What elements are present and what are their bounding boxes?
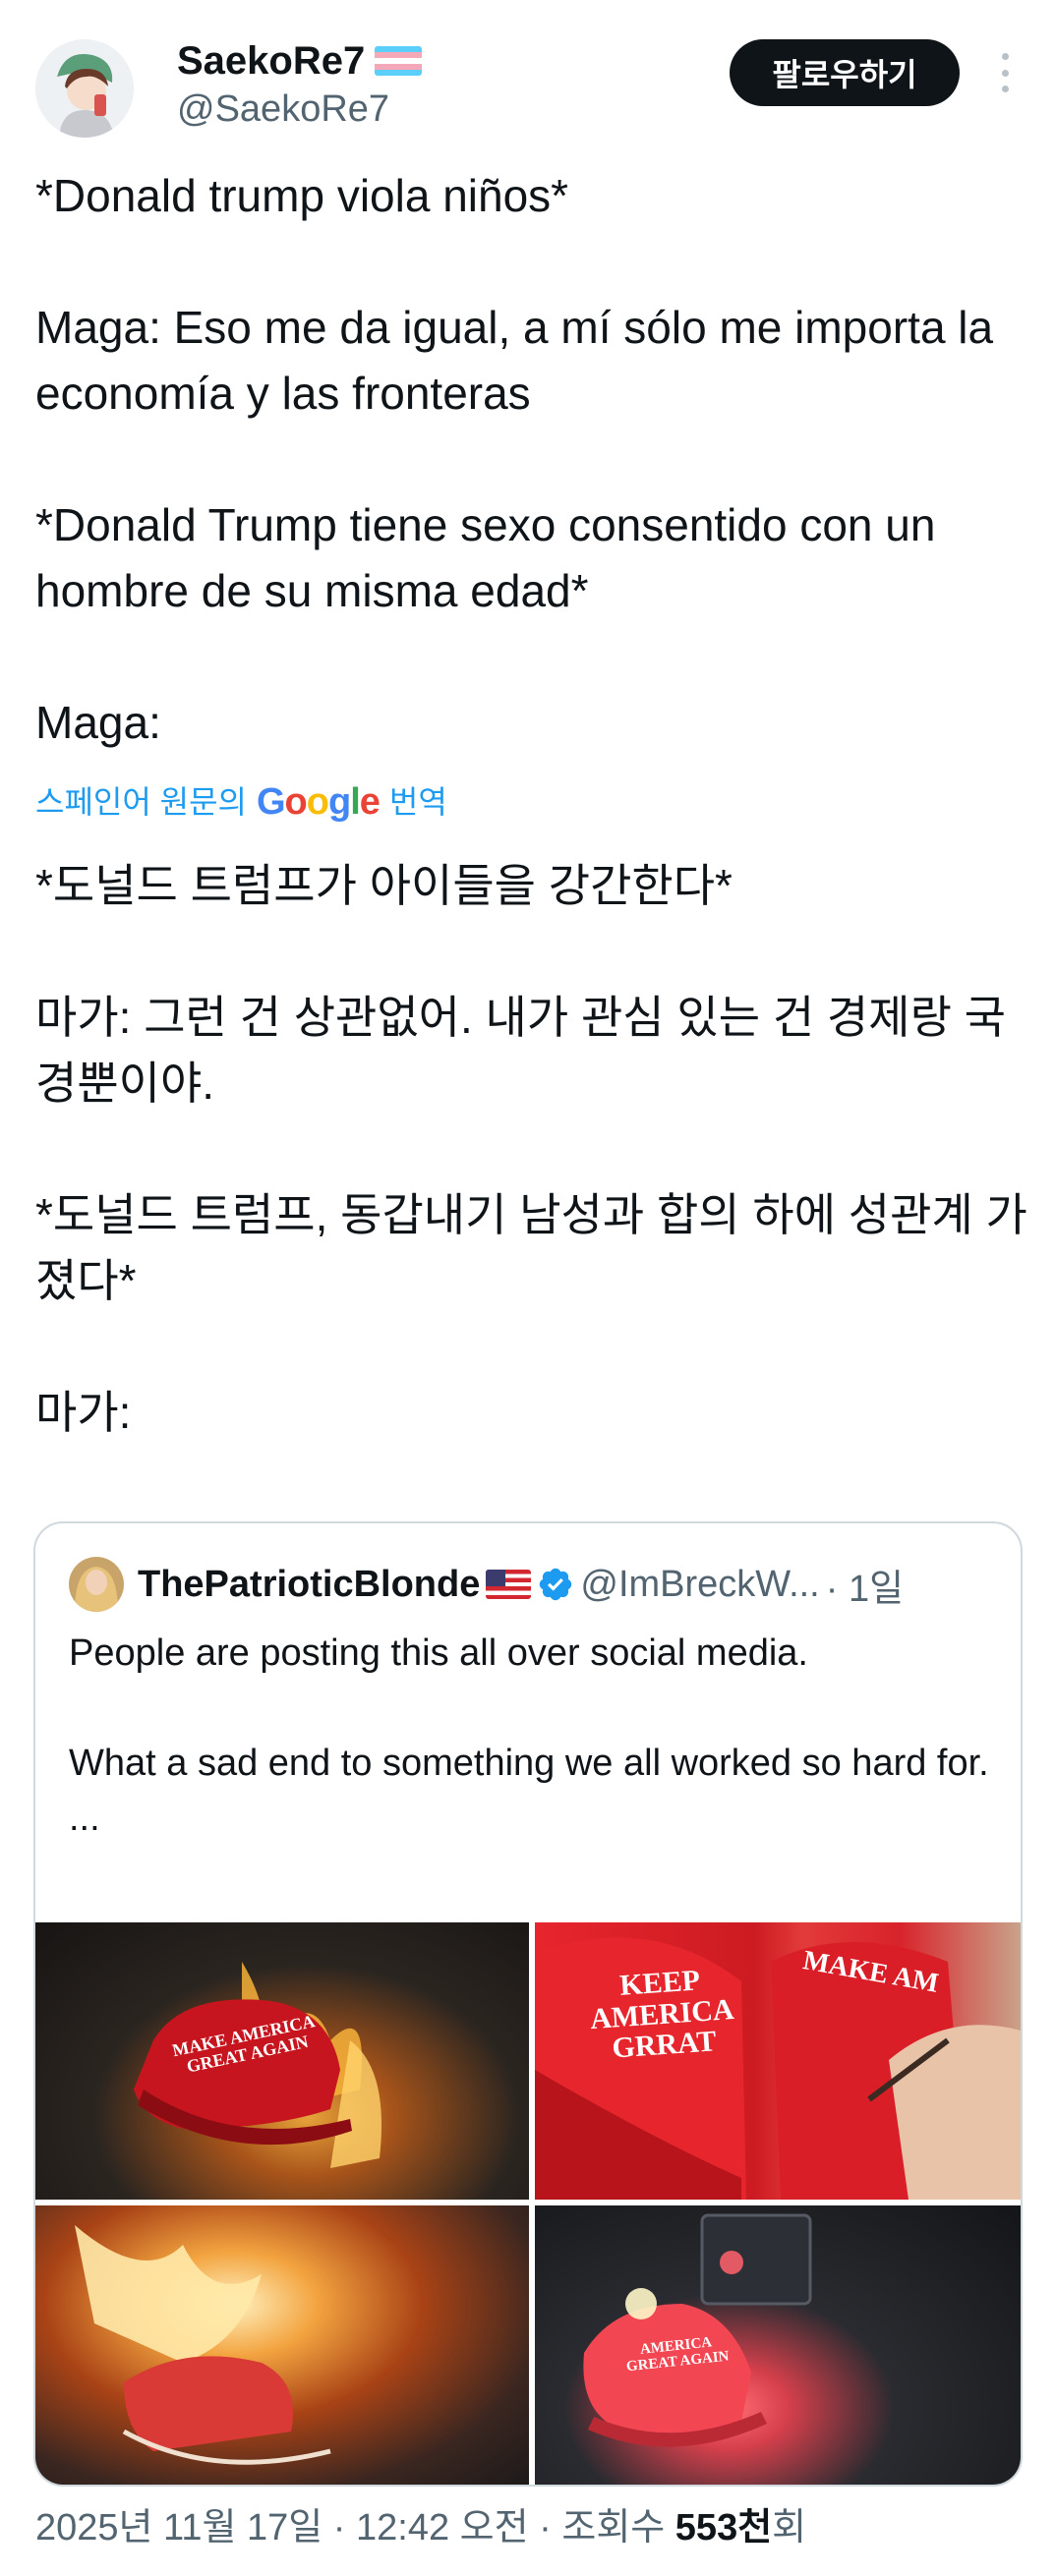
quote-header: ThePatrioticBlonde @ImBreckW... · 1일 [138, 1557, 904, 1612]
view-count: 553천 [674, 2507, 773, 2548]
burning-hat-photo[interactable]: MAKE AMERICA GREAT AGAIN [35, 1922, 529, 2200]
quote-timestamp[interactable]: · 1일 [826, 1558, 904, 1612]
author-name-text: SaekoRe7 [177, 39, 366, 83]
follow-button[interactable]: 팔로우하기 [730, 39, 960, 106]
google-logo: Google [256, 781, 381, 823]
verified-badge-icon [540, 1568, 572, 1601]
hat-slogan-left: KEEP AMERICA GRRAT [589, 1964, 735, 2065]
translated-text: *도널드 트럼프가 아이들을 강간한다* 마가: 그런 건 상관없어. 내가 관… [35, 860, 1027, 1438]
red-hats-photo[interactable]: KEEP AMERICA GRRAT MAKE AM [535, 1922, 1021, 2200]
author-handle[interactable]: @SaekoRe7 [177, 86, 389, 132]
translation-suffix: 번역 [388, 784, 447, 820]
quote-media-grid: MAKE AMERICA GREAT AGAIN KEEP AMERICA GR… [35, 1922, 1021, 2485]
quote-author-name[interactable]: ThePatrioticBlonde [138, 1564, 480, 1606]
tweet-metadata: 2025년 11월 17일 · 12:42 오전 · 조회수 553천회 [35, 2500, 806, 2555]
quote-tweet-card[interactable]: ThePatrioticBlonde @ImBreckW... · 1일 Peo… [33, 1521, 1023, 2487]
burning-hat-photo-2[interactable] [35, 2205, 529, 2485]
translation-attribution[interactable]: 스페인어 원문의 Google 번역 [35, 778, 447, 826]
us-flag-icon [486, 1570, 532, 1599]
translation-prefix: 스페인어 원문의 [35, 784, 247, 820]
author-avatar[interactable] [35, 39, 134, 138]
transgender-flag-icon [375, 46, 423, 76]
more-options-icon[interactable] [987, 47, 1023, 98]
quote-author-handle[interactable]: @ImBreckW... [580, 1564, 819, 1606]
author-name[interactable]: SaekoRe7 [177, 37, 423, 85]
tweet-text: *Donald trump viola niños* Maga: Eso me … [35, 170, 994, 748]
hat-at-night-photo[interactable]: AMERICA GREAT AGAIN [535, 2205, 1021, 2485]
view-count-suffix: 회 [772, 2507, 807, 2548]
quote-author-avatar[interactable] [69, 1557, 124, 1612]
quote-text: People are posting this all over social … [69, 1632, 989, 1839]
tweet-date[interactable]: 2025년 11월 17일 · 12:42 오전 · 조회수 [35, 2507, 675, 2548]
